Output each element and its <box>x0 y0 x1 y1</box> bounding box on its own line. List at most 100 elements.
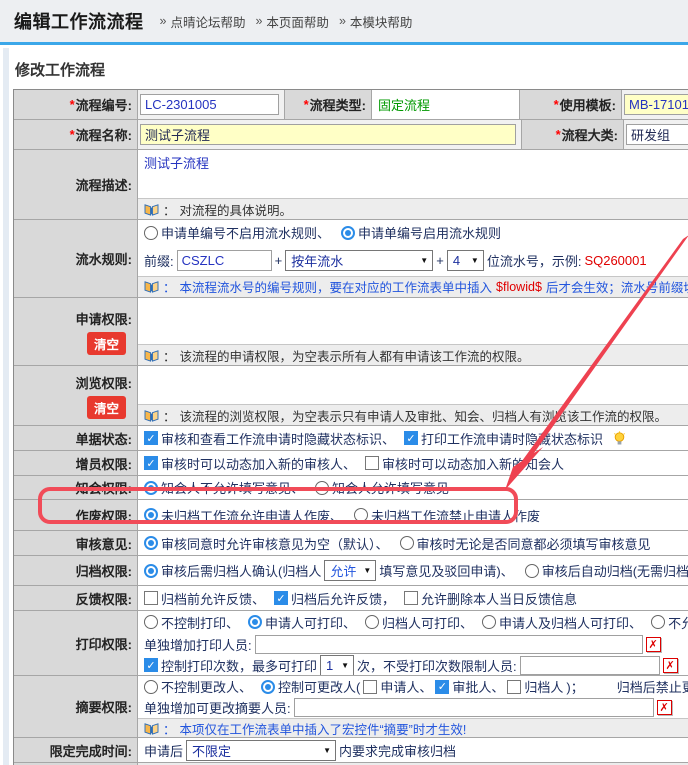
label-serial-rule: 流水规则: <box>14 220 138 297</box>
workflow-edit-page: 编辑工作流流程 » 点晴论坛帮助 » 本页面帮助 » 本模块帮助 修改工作流程 … <box>0 0 688 765</box>
clear-printers-icon[interactable]: ✗ <box>646 637 661 652</box>
checkbox-summary-applicant[interactable] <box>363 680 377 694</box>
checkbox-delete-own-feedback[interactable] <box>404 591 418 605</box>
help-link-forum[interactable]: 点晴论坛帮助 <box>170 12 245 31</box>
radio-print-forbidden[interactable] <box>651 615 665 629</box>
view-permission-area[interactable] <box>138 366 688 404</box>
radio-notify-allow-opinion[interactable] <box>315 481 329 495</box>
help-book-icon <box>144 349 159 362</box>
checkbox-feedback-before-archive[interactable] <box>144 591 158 605</box>
checkbox-hide-status-print[interactable]: ✓ <box>404 431 418 445</box>
required-mark: * <box>70 97 75 112</box>
radio-notify-no-opinion[interactable] <box>144 481 158 495</box>
label-flow-number: * 流程编号: <box>14 90 138 119</box>
chevron-down-icon: ▼ <box>363 566 371 575</box>
breadcrumb-separator-icon: » <box>160 14 167 28</box>
row-archive-permission: 归档权限: 审核后需归档人确认(归档人 允许 ▼ 填写意见及驳回申请)、 审核后… <box>14 555 688 585</box>
radio-serial-on[interactable] <box>341 226 355 240</box>
radio-print-applicant[interactable] <box>248 615 262 629</box>
row-completion-time: 限定完成时间: 申请后 不限定 ▼ 内要求完成审核归档 <box>14 737 688 762</box>
workflow-form-table: * 流程编号: * 流程类型: 固定流程 * 使用模板: * 流程 <box>13 89 688 765</box>
clear-apply-permission-button[interactable]: 清空 <box>87 332 126 355</box>
checkbox-add-reviewer[interactable]: ✓ <box>144 456 158 470</box>
help-book-icon <box>144 280 159 293</box>
page-title: 编辑工作流流程 <box>14 8 144 34</box>
category-input[interactable] <box>626 124 688 145</box>
radio-void-forbidden[interactable] <box>354 508 368 522</box>
label-view-permission: 浏览权限: <box>76 373 132 392</box>
radio-opinion-optional[interactable] <box>144 536 158 550</box>
required-mark: * <box>304 97 309 112</box>
radio-summary-controlled[interactable] <box>261 680 275 694</box>
row-view-permission: 浏览权限: 清空 ： 该流程的浏览权限，为空表示只有申请人及审批、知会、归档人有… <box>14 365 688 425</box>
label-notify-permission: 知会权限: <box>14 476 138 499</box>
help-book-icon <box>144 722 159 735</box>
row-add-member: 增员权限: ✓ 审核时可以动态加入新的审核人、 审核时可以动态加入新的知会人 <box>14 450 688 475</box>
row-serial-rule: 流水规则: 申请单编号不启用流水规则、 申请单编号启用流水规则 前缀: + 按年… <box>14 219 688 297</box>
template-input[interactable] <box>624 94 688 115</box>
label-description: 流程描述: <box>14 150 138 219</box>
radio-void-allowed[interactable] <box>144 508 158 522</box>
extra-printers-input[interactable] <box>255 635 643 654</box>
serial-digits-select[interactable]: 4 ▼ <box>447 250 484 271</box>
row-summary-permission: 摘要权限: 不控制更改人、 控制可更改人( 申请人、 ✓ 审批人、 归档人 )； <box>14 675 688 737</box>
row-notify-permission: 知会权限: 知会人不允许填写意见、 知会人允许填写意见 <box>14 475 688 499</box>
help-book-icon <box>144 409 159 422</box>
radio-print-both[interactable] <box>482 615 496 629</box>
help-link-page[interactable]: 本页面帮助 <box>266 12 329 31</box>
flow-type-value: 固定流程 <box>372 90 520 119</box>
extra-summary-editors-input[interactable] <box>294 698 654 717</box>
radio-print-archiver[interactable] <box>365 615 379 629</box>
lightbulb-icon[interactable] <box>612 431 627 446</box>
flow-number-input[interactable] <box>140 94 279 115</box>
required-mark: * <box>554 97 559 112</box>
description-hint: ： 对流程的具体说明。 <box>138 198 688 219</box>
label-completion-time: 限定完成时间: <box>14 738 138 762</box>
radio-print-uncontrolled[interactable] <box>144 615 158 629</box>
clear-exempt-icon[interactable]: ✗ <box>663 658 678 673</box>
checkbox-hide-status-review[interactable]: ✓ <box>144 431 158 445</box>
chevron-down-icon: ▼ <box>420 256 428 265</box>
help-link-module[interactable]: 本模块帮助 <box>350 12 413 31</box>
radio-opinion-required[interactable] <box>400 536 414 550</box>
clear-summary-editors-icon[interactable]: ✗ <box>657 700 672 715</box>
summary-permission-hint: ： 本项仅在工作流表单中插入了宏控件“摘要”时才生效! <box>138 718 688 737</box>
completion-time-select[interactable]: 不限定 ▼ <box>186 740 336 761</box>
serial-period-select[interactable]: 按年流水 ▼ <box>285 250 433 271</box>
page-header: 编辑工作流流程 » 点晴论坛帮助 » 本页面帮助 » 本模块帮助 <box>0 0 688 42</box>
view-permission-hint: ： 该流程的浏览权限，为空表示只有申请人及审批、知会、归档人有浏览该工作流的权限… <box>138 404 688 425</box>
checkbox-limit-print-count[interactable]: ✓ <box>144 658 158 672</box>
label-archive-permission: 归档权限: <box>14 556 138 585</box>
radio-archive-auto[interactable] <box>525 564 539 578</box>
description-textarea[interactable]: 测试子流程 <box>138 150 688 198</box>
row-flow-number: * 流程编号: * 流程类型: 固定流程 * 使用模板: <box>14 90 688 119</box>
apply-permission-area[interactable] <box>138 298 688 344</box>
print-limit-exempt-input[interactable] <box>520 656 660 675</box>
print-count-select[interactable]: 1 ▼ <box>320 655 354 676</box>
row-void-permission: 作废权限: 未归档工作流允许申请人作废、 未归档工作流禁止申请人作废 <box>14 499 688 530</box>
label-flow-type: * 流程类型: <box>285 90 372 119</box>
label-summary-permission: 摘要权限: <box>14 676 138 737</box>
label-template: * 使用模板: <box>520 90 622 119</box>
label-flow-name: * 流程名称: <box>14 120 138 149</box>
breadcrumb-separator-icon: » <box>255 14 262 28</box>
row-review-opinion: 审核意见: 审核同意时允许审核意见为空（默认）、 审核时无论是否同意都必须填写审… <box>14 530 688 555</box>
serial-example: SQ260001 <box>584 253 646 268</box>
checkbox-add-notified[interactable] <box>365 456 379 470</box>
radio-summary-uncontrolled[interactable] <box>144 680 158 694</box>
radio-serial-off[interactable] <box>144 226 158 240</box>
serial-prefix-input[interactable] <box>177 250 272 271</box>
chevron-down-icon: ▼ <box>323 746 331 755</box>
required-mark: * <box>70 127 75 142</box>
checkbox-feedback-after-archive[interactable]: ✓ <box>274 591 288 605</box>
label-review-opinion: 审核意见: <box>14 531 138 555</box>
radio-archive-confirm[interactable] <box>144 564 158 578</box>
checkbox-summary-archiver[interactable] <box>507 680 521 694</box>
row-print-permission: 打印权限: 不控制打印、 申请人可打印、 归档人可打印、 申请人及归档人可打印、… <box>14 610 688 675</box>
flow-name-input[interactable] <box>140 124 516 145</box>
clear-view-permission-button[interactable]: 清空 <box>87 396 126 419</box>
breadcrumb-separator-icon: » <box>339 14 346 28</box>
archive-allow-select[interactable]: 允许 ▼ <box>324 560 376 581</box>
checkbox-summary-approver[interactable]: ✓ <box>435 680 449 694</box>
row-description: 流程描述: 测试子流程 ： 对流程的具体说明。 <box>14 149 688 219</box>
